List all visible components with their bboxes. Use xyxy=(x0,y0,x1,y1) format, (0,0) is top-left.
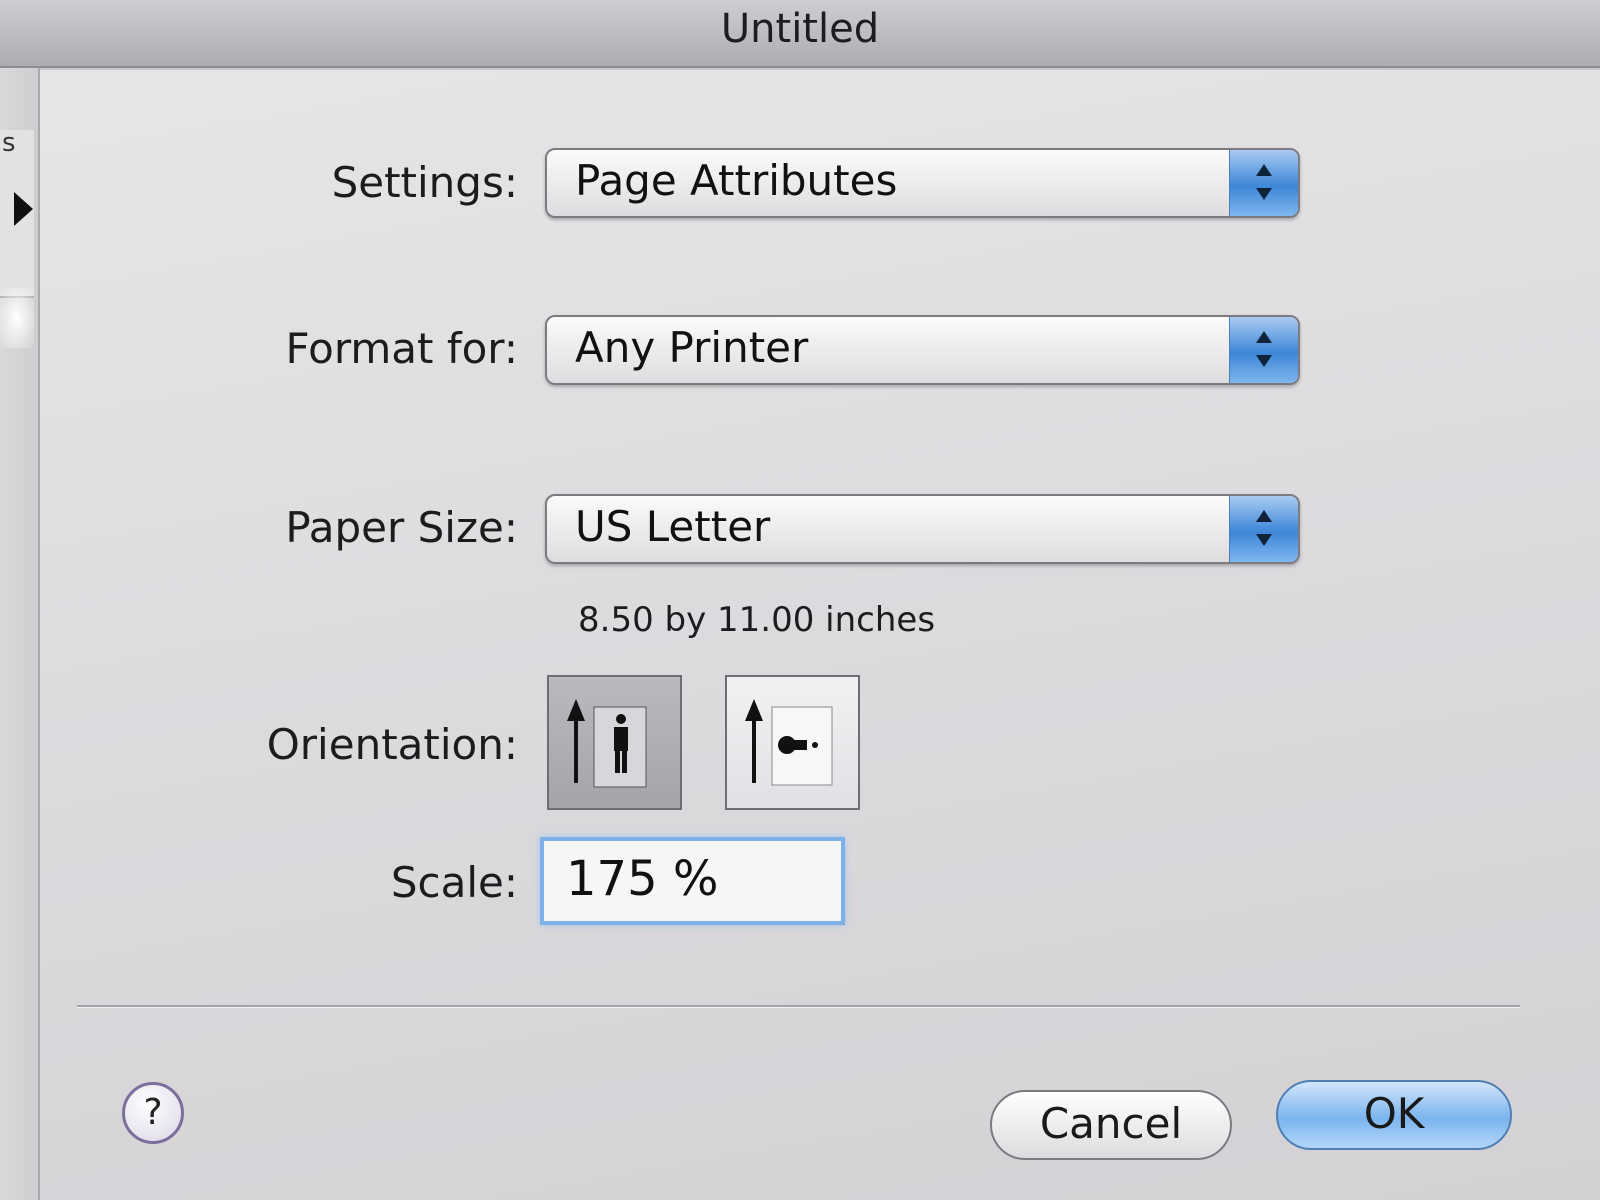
paper-size-label: Paper Size: xyxy=(285,503,518,552)
landscape-orientation-icon xyxy=(745,699,833,786)
settings-label: Settings: xyxy=(331,158,518,207)
settings-popup-value: Page Attributes xyxy=(575,156,898,205)
orientation-label: Orientation: xyxy=(266,720,518,769)
paper-size-popup[interactable]: US Letter xyxy=(545,494,1300,564)
paper-size-popup-value: US Letter xyxy=(575,502,771,551)
window-title-bar: Untitled xyxy=(0,0,1600,68)
up-down-chevron-icon xyxy=(1229,150,1298,216)
cancel-button[interactable]: Cancel xyxy=(990,1090,1232,1160)
separator xyxy=(77,1005,1520,1008)
scale-input-value: 175 % xyxy=(566,851,719,907)
format-for-popup[interactable]: Any Printer xyxy=(545,315,1300,385)
scale-input[interactable]: 175 % xyxy=(540,837,845,925)
landscape-orientation-button[interactable] xyxy=(725,675,860,810)
screen-glare xyxy=(0,288,34,348)
format-for-label: Format for: xyxy=(285,324,518,373)
format-for-popup-value: Any Printer xyxy=(575,323,809,372)
question-mark-icon: ? xyxy=(143,1092,163,1133)
portrait-orientation-button[interactable] xyxy=(547,675,682,810)
window-title: Untitled xyxy=(720,6,880,52)
up-down-chevron-icon xyxy=(1229,317,1298,383)
disclosure-triangle-icon[interactable] xyxy=(14,192,33,226)
portrait-orientation-icon xyxy=(567,699,647,788)
background-window-strip: s xyxy=(0,68,40,1200)
up-down-chevron-icon xyxy=(1229,496,1298,562)
paper-dimensions-text: 8.50 by 11.00 inches xyxy=(578,600,936,640)
strip-letter: s xyxy=(2,128,16,158)
scale-label: Scale: xyxy=(390,858,518,907)
settings-popup[interactable]: Page Attributes xyxy=(545,148,1300,218)
help-button[interactable]: ? xyxy=(122,1082,184,1144)
ok-button[interactable]: OK xyxy=(1276,1080,1512,1150)
